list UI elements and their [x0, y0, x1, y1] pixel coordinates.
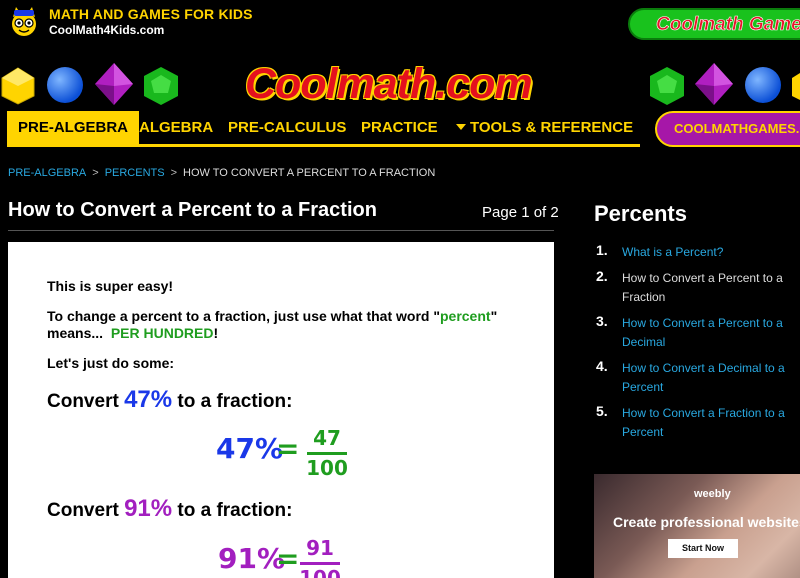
example-prefix: Convert — [47, 391, 119, 412]
breadcrumb-link-pre-algebra[interactable]: PRE-ALGEBRA — [8, 167, 86, 179]
purple-octahedron-icon — [695, 63, 733, 105]
example-2-prompt: Convert 91% to a fraction: — [47, 495, 292, 523]
example-prefix: Convert — [47, 500, 119, 521]
example-1-value: 47% — [124, 386, 173, 413]
toc-link[interactable]: How to Convert a Fraction to a Percent — [622, 404, 798, 442]
ad-brand: weebly — [694, 488, 731, 500]
advertisement[interactable]: weebly Create professional websites Star… — [594, 474, 800, 578]
example-2-denominator: 100 — [299, 566, 341, 578]
caret-down-icon — [456, 124, 466, 130]
page-title: How to Convert a Percent to a Fraction — [8, 199, 377, 221]
breadcrumb-separator: > — [170, 167, 178, 179]
toc-number: 2. — [596, 268, 608, 284]
example-2-lhs: 91% — [218, 542, 286, 575]
toc-current: How to Convert a Percent to a Fraction — [622, 271, 783, 304]
example-1-numerator: 47 — [313, 426, 341, 450]
explanation-text: means... — [47, 325, 104, 341]
example-1-equals: = — [276, 432, 300, 465]
blue-sphere-icon — [47, 67, 83, 103]
yellow-polyhedron-icon — [1, 67, 35, 105]
nav-item-algebra[interactable]: ALGEBRA — [139, 111, 213, 144]
example-2-value: 91% — [124, 495, 173, 522]
toc-number: 5. — [596, 403, 608, 419]
toc-link[interactable]: How to Convert a Decimal to a Percent — [622, 359, 798, 397]
nav-item-pre-algebra[interactable]: PRE-ALGEBRA — [7, 111, 140, 144]
coolmath-logo[interactable]: Coolmath.com — [245, 60, 533, 109]
coolmathgames-button[interactable]: COOLMATHGAMES.COM — [655, 111, 800, 147]
explanation-text: To change a percent to a fraction, just … — [47, 308, 440, 324]
top-bar: MATH AND GAMES FOR KIDS CoolMath4Kids.co… — [0, 0, 800, 44]
nav-item-pre-calculus[interactable]: PRE-CALCULUS — [228, 111, 346, 144]
fraction-bar — [307, 452, 347, 455]
green-dodecahedron-icon — [650, 67, 684, 105]
fraction-bar — [300, 562, 340, 565]
yellow-polyhedron-icon — [792, 73, 800, 100]
nav-item-tools-reference[interactable]: TOOLS & REFERENCE — [456, 111, 633, 144]
explanation-line-2: means... PER HUNDRED! — [47, 325, 218, 341]
explanation-punct: ! — [213, 325, 219, 341]
breadcrumb-current: HOW TO CONVERT A PERCENT TO A FRACTION — [183, 167, 436, 179]
green-dodecahedron-icon — [144, 67, 178, 105]
toc-link[interactable]: What is a Percent? — [622, 243, 798, 262]
sidebar-title: Percents — [594, 201, 687, 226]
lets-do-text: Let's just do some: — [47, 355, 175, 371]
example-1-denominator: 100 — [306, 456, 348, 480]
per-hundred-emphasis: PER HUNDRED — [110, 325, 214, 341]
intro-text: This is super easy! — [47, 278, 174, 294]
example-1-lhs: 47% — [216, 432, 284, 465]
lesson-content: This is super easy! To change a percent … — [8, 242, 554, 578]
toc-number: 1. — [596, 242, 608, 258]
ad-start-now-button[interactable]: Start Now — [668, 539, 738, 558]
nav-item-tools-reference-label: TOOLS & REFERENCE — [470, 119, 634, 136]
example-suffix: to a fraction: — [177, 391, 293, 412]
site-header: Coolmath.com — [0, 52, 800, 112]
kids-site-title[interactable]: MATH AND GAMES FOR KIDS — [49, 6, 253, 22]
page-count: Page 1 of 2 — [482, 204, 559, 221]
coolmath-games-logo-text: Coolmath Games — [656, 14, 800, 36]
coolmath4kids-cat-logo-icon[interactable] — [7, 5, 41, 39]
example-suffix: to a fraction: — [177, 500, 293, 521]
toc-number: 3. — [596, 313, 608, 329]
toc-link[interactable]: How to Convert a Percent to a Decimal — [622, 314, 798, 352]
blue-sphere-icon — [745, 67, 781, 103]
example-2-numerator: 91 — [306, 536, 334, 560]
breadcrumb-separator: > — [92, 167, 99, 179]
percent-word: percent — [439, 308, 491, 324]
explanation-quote: " — [490, 308, 498, 324]
explanation-line-1: To change a percent to a fraction, just … — [47, 308, 497, 324]
main-nav: PRE-ALGEBRA ALGEBRA PRE-CALCULUS PRACTIC… — [7, 111, 640, 147]
toc-number: 4. — [596, 358, 608, 374]
nav-item-practice[interactable]: PRACTICE — [361, 111, 438, 144]
breadcrumb: PRE-ALGEBRA > PERCENTS > HOW TO CONVERT A PE… — [8, 167, 435, 179]
ad-headline: Create professional websites — [613, 514, 800, 530]
example-2-equals: = — [276, 542, 300, 575]
example-1-prompt: Convert 47% to a fraction: — [47, 386, 292, 414]
purple-octahedron-icon — [95, 63, 133, 105]
kids-site-url[interactable]: CoolMath4Kids.com — [49, 23, 164, 37]
breadcrumb-link-percents[interactable]: PERCENTS — [105, 167, 165, 179]
divider — [8, 230, 554, 231]
coolmath-games-logo[interactable]: Coolmath Games — [628, 8, 800, 40]
